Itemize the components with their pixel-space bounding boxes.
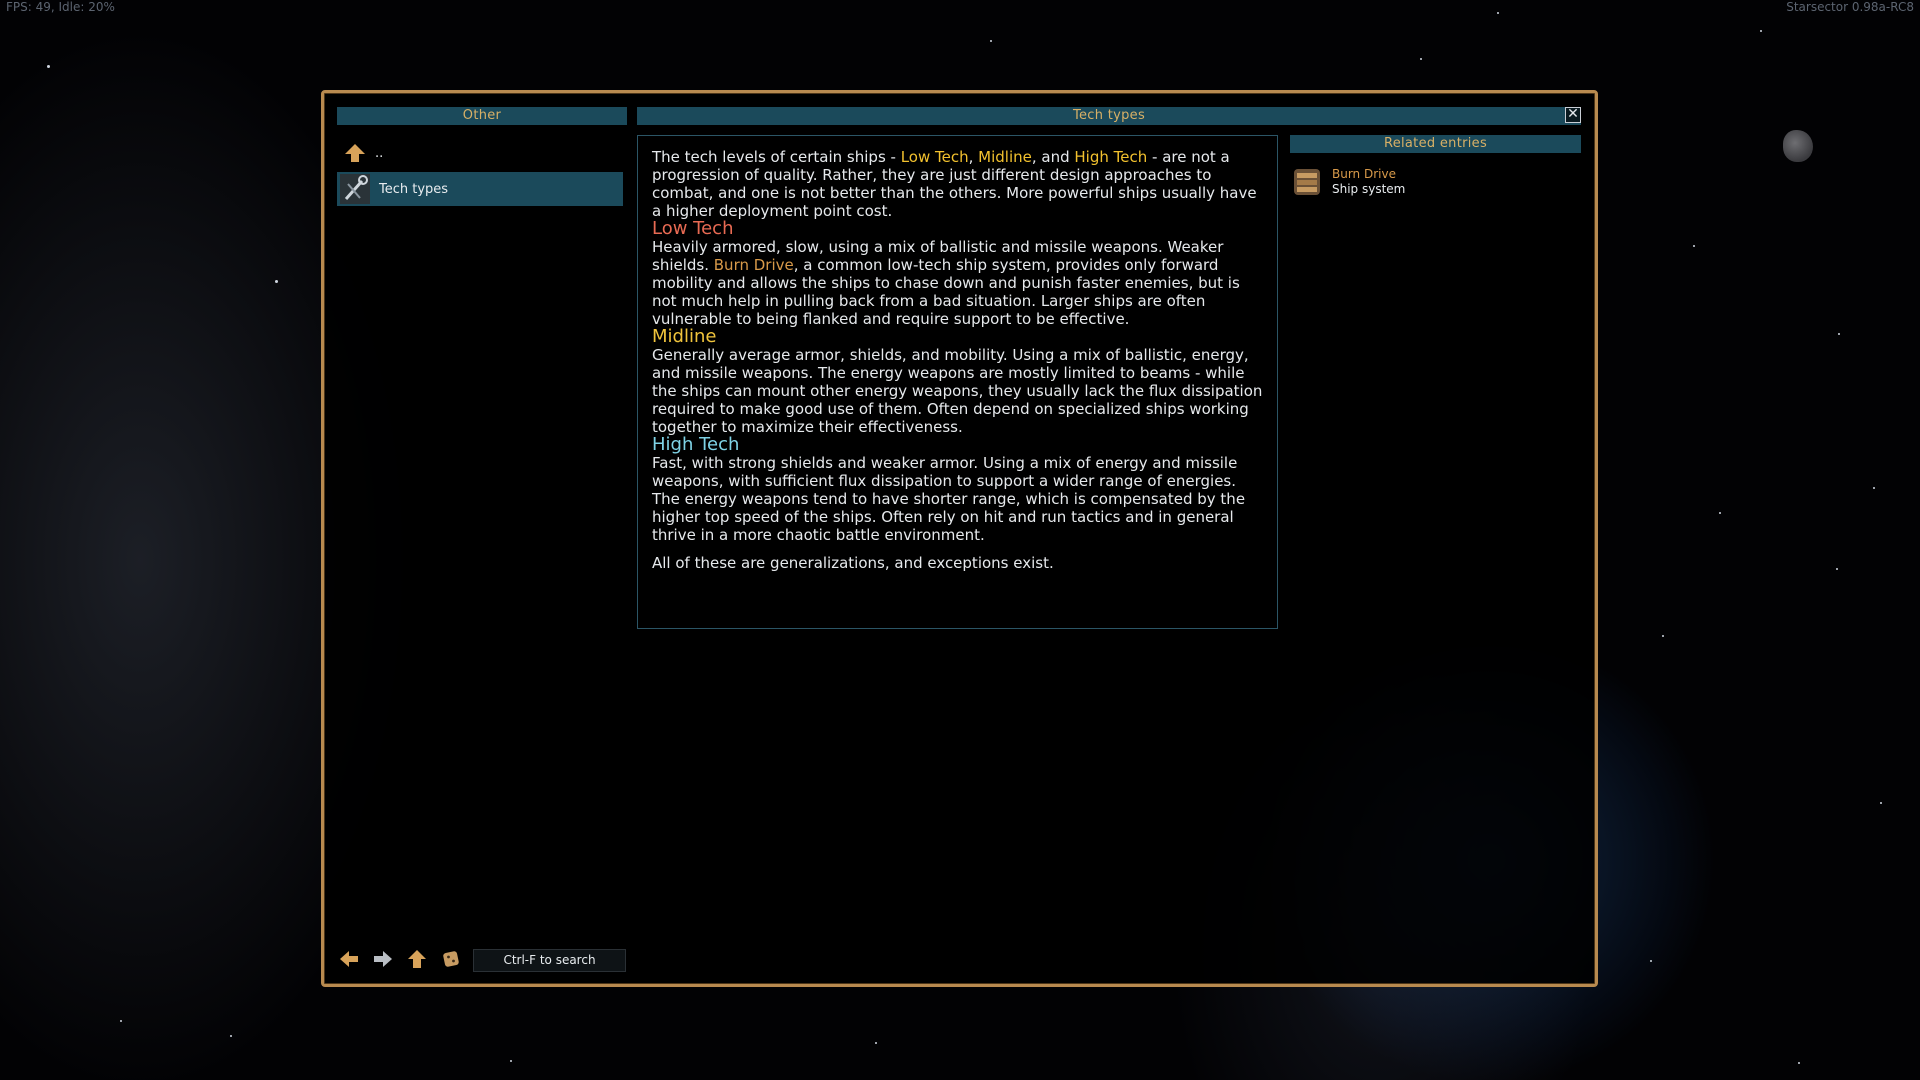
list-item-label: Tech types	[379, 181, 449, 197]
midline-heading: Midline	[652, 326, 717, 347]
forward-button[interactable]	[372, 948, 394, 970]
high-tech-paragraph: Fast, with strong shields and weaker arm…	[652, 454, 1246, 544]
list-item-label: ..	[375, 145, 384, 161]
star	[1836, 568, 1838, 570]
list-header: Other	[337, 107, 627, 125]
star	[1719, 512, 1721, 514]
closing-paragraph: All of these are generalizations, and ex…	[652, 554, 1054, 572]
list-item-parent[interactable]: ..	[337, 136, 623, 170]
search-input[interactable]: Ctrl-F to search	[473, 949, 626, 972]
star	[990, 40, 992, 42]
star	[1760, 30, 1762, 32]
up-arrow-icon	[408, 950, 426, 968]
midline-paragraph: Generally average armor, shields, and mo…	[652, 346, 1263, 436]
star	[230, 1035, 232, 1037]
low-tech-paragraph: Heavily armored, slow, using a mix of ba…	[652, 238, 1263, 328]
list-item-tech-types[interactable]: Tech types	[337, 172, 623, 206]
star	[510, 1060, 512, 1062]
close-button[interactable]: ✕	[1565, 107, 1581, 123]
burn-drive-link[interactable]: Burn Drive	[714, 256, 794, 274]
article-body: The tech levels of certain ships - Low T…	[637, 135, 1278, 629]
asteroid-icon	[1783, 130, 1813, 162]
star	[120, 1020, 122, 1022]
version-label: Starsector 0.98a-RC8	[1786, 0, 1914, 14]
midline-link[interactable]: Midline	[978, 148, 1032, 166]
separator: , and	[1031, 148, 1075, 166]
intro-text: The tech levels of certain ships -	[652, 148, 901, 166]
fps-counter: FPS: 49, Idle: 20%	[6, 0, 115, 14]
forward-arrow-icon	[374, 951, 392, 967]
star	[47, 65, 50, 68]
star	[1420, 58, 1422, 60]
star	[1497, 12, 1499, 14]
star	[1798, 1062, 1800, 1064]
star	[1693, 245, 1695, 247]
related-header: Related entries	[1290, 135, 1581, 153]
close-icon: ✕	[1567, 106, 1579, 122]
star	[1880, 802, 1882, 804]
random-entry-icon	[443, 951, 459, 967]
tool-icon	[339, 173, 371, 205]
random-entry-button[interactable]	[440, 948, 462, 970]
star	[275, 280, 278, 283]
article-header: Tech types	[637, 107, 1581, 125]
low-tech-heading: Low Tech	[652, 218, 734, 239]
high-tech-heading: High Tech	[652, 434, 740, 455]
related-entry-burn-drive[interactable]: Burn Drive Ship system	[1292, 163, 1582, 201]
intro-paragraph: The tech levels of certain ships - Low T…	[652, 148, 1263, 220]
back-button[interactable]	[338, 948, 360, 970]
star	[1662, 635, 1664, 637]
related-entry-type: Ship system	[1332, 182, 1406, 196]
up-button[interactable]	[406, 948, 428, 970]
separator: ,	[968, 148, 979, 166]
star	[1873, 487, 1875, 489]
burn-drive-icon	[1294, 169, 1320, 195]
low-tech-link[interactable]: Low Tech	[901, 148, 969, 166]
star	[1838, 333, 1840, 335]
related-entry-name: Burn Drive	[1332, 167, 1396, 181]
star	[875, 1042, 877, 1044]
up-arrow-icon	[345, 144, 365, 162]
high-tech-link[interactable]: High Tech	[1074, 148, 1147, 166]
back-arrow-icon	[340, 951, 358, 967]
star	[1650, 960, 1652, 962]
